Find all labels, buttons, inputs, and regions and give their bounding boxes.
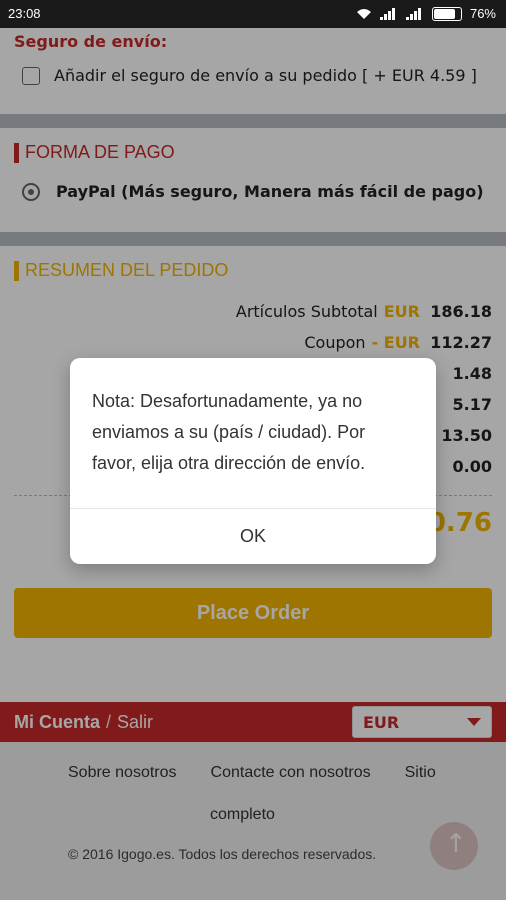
signal-icon xyxy=(379,7,398,20)
battery-percent: 76% xyxy=(469,6,496,21)
status-icons: 76% xyxy=(356,6,496,21)
status-bar: 23:08 76% xyxy=(0,0,506,28)
signal-icon xyxy=(405,7,424,20)
alert-message: Nota: Desafortunadamente, ya no enviamos… xyxy=(92,391,366,473)
wifi-icon xyxy=(356,8,372,20)
battery-icon xyxy=(431,6,462,21)
alert-dialog: Nota: Desafortunadamente, ya no enviamos… xyxy=(70,358,436,564)
ok-button[interactable]: OK xyxy=(70,508,436,564)
status-time: 23:08 xyxy=(8,6,41,21)
